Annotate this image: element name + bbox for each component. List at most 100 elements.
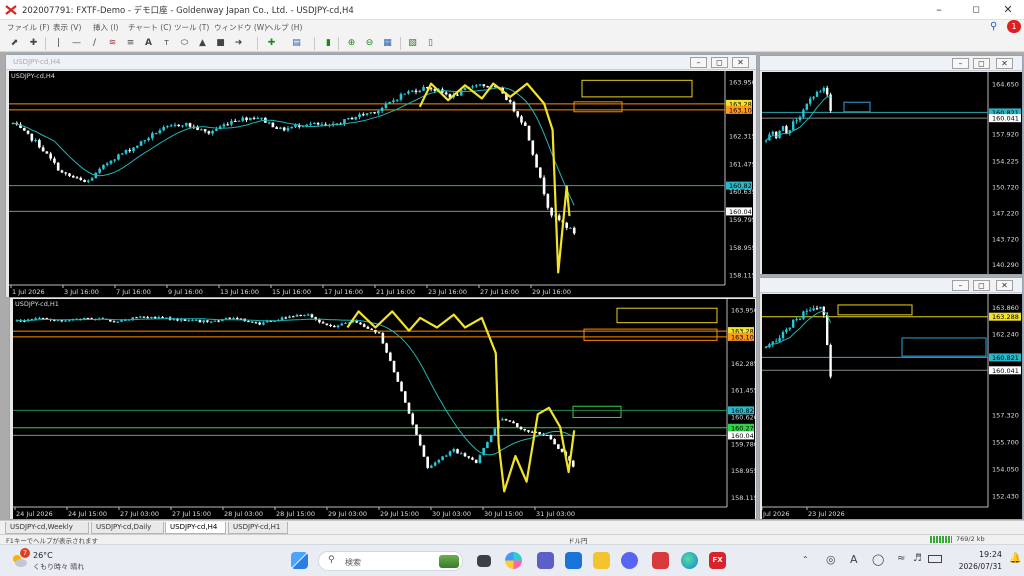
clock-time[interactable]: 19:24	[962, 550, 1002, 559]
tab-weekly[interactable]: USDJPY-cd,Weekly	[5, 522, 89, 534]
minimize-button[interactable]: –	[923, 0, 955, 20]
chart-restore-button[interactable]: ◻	[973, 58, 990, 69]
cursor-icon[interactable]: ⬈	[8, 37, 21, 50]
menu-view[interactable]: 表示 (V)	[53, 22, 81, 33]
chart-window-titlebar[interactable]: – ◻ ✕	[760, 56, 1022, 71]
chart-scroll-icon[interactable]: ▯	[424, 37, 437, 50]
taskbar-search[interactable]: ⚲ 検索	[318, 551, 463, 571]
chart-shift-icon[interactable]: ▧	[406, 37, 419, 50]
title-bar: 202007791: FXTF-Demo - デモ口座 - Goldenway …	[0, 0, 1024, 20]
label-icon[interactable]: T	[160, 37, 173, 50]
notifications-icon[interactable]: 🔔	[1009, 553, 1021, 564]
file-explorer-icon[interactable]	[593, 552, 610, 569]
price-chart-weekly[interactable]: 163.860 163.288 162.240 160.821 160.041 157.3…	[762, 294, 1022, 519]
vertical-line-icon[interactable]: |	[52, 37, 65, 50]
menu-window[interactable]: ウィンドウ (W)	[214, 22, 267, 33]
triangle-icon[interactable]: ▲	[196, 37, 209, 50]
tray-chevron-icon[interactable]: ⌃	[802, 555, 809, 564]
chart-window-daily[interactable]: – ◻ ✕ 164.650 160.821 160.041 157.920 154.22…	[759, 55, 1023, 275]
chart-window-weekly[interactable]: – ◻ ✕ 163.860 163.288 162.240 160.821 160.04…	[759, 277, 1023, 520]
candle-body	[247, 321, 250, 323]
price-chart-h1[interactable]: USDJPY-cd,H1 163.950163.288163.108162.28…	[13, 299, 755, 519]
chart-close-button[interactable]: ✕	[996, 280, 1013, 291]
candle-body	[286, 128, 290, 131]
autoscroll-icon[interactable]: ▮	[322, 37, 335, 50]
chart-window-titlebar[interactable]: – ◻ ✕	[760, 278, 1022, 293]
menu-insert[interactable]: 挿入 (I)	[93, 22, 118, 33]
menu-file[interactable]: ファイル (F)	[7, 22, 50, 33]
notification-badge[interactable]: 1	[1007, 20, 1021, 33]
horizontal-line-icon[interactable]: —	[70, 37, 83, 50]
discord-icon[interactable]	[621, 552, 638, 569]
price-label: 157.920	[992, 130, 1019, 138]
zoom-out-icon[interactable]: ⊖	[363, 37, 376, 50]
clock-date[interactable]: 2026/07/31	[952, 562, 1002, 571]
chart-minimize-button[interactable]: –	[952, 280, 969, 291]
chart-minimize-button[interactable]: –	[690, 57, 707, 68]
menu-help[interactable]: ヘルプ (H)	[266, 22, 302, 33]
chart-restore-button[interactable]: ◻	[711, 57, 728, 68]
candle-body	[173, 124, 177, 126]
ellipse-icon[interactable]: ⬭	[178, 37, 191, 50]
trendline-icon[interactable]: ∕	[88, 37, 101, 50]
chart-restore-button[interactable]: ◻	[973, 280, 990, 291]
outlook-icon[interactable]	[565, 552, 582, 569]
tray-status-icon[interactable]: ◯	[872, 553, 884, 566]
mdi-area: USDJPY-cd,H4 – ◻ ✕ USDJPY-cd,H4 163.9501…	[0, 52, 1024, 520]
chart-minimize-button[interactable]: –	[952, 58, 969, 69]
candle-body	[38, 140, 41, 148]
menu-chart[interactable]: チャート (C)	[128, 22, 171, 33]
candle-body	[87, 180, 90, 183]
menu-tools[interactable]: ツール (T)	[174, 22, 209, 33]
start-icon[interactable]	[291, 552, 308, 569]
candle-body	[86, 317, 90, 319]
candle-body	[153, 317, 157, 319]
new-chart-icon[interactable]: ✚	[265, 37, 278, 50]
fibonacci-icon[interactable]: ≡	[124, 37, 137, 50]
edge-icon[interactable]	[681, 552, 698, 569]
price-chart-h4[interactable]: USDJPY-cd,H4 163.950163.288163.108162.31…	[9, 71, 753, 297]
candle-body	[260, 117, 263, 119]
tab-daily[interactable]: USDJPY-cd,Daily	[91, 522, 164, 534]
volume-icon[interactable]: ♬	[913, 553, 922, 564]
copilot-icon[interactable]	[505, 552, 522, 569]
timeframe-icon[interactable]: ▤	[290, 37, 303, 50]
chart-window-h1[interactable]: USDJPY-cd,H1 163.950163.288163.108162.28…	[9, 297, 757, 520]
mt4-icon[interactable]: FX	[709, 552, 726, 569]
battery-icon[interactable]	[928, 555, 942, 563]
ime-mode-icon[interactable]: A	[850, 553, 858, 566]
tray-app-icon[interactable]: ◎	[826, 553, 836, 566]
price-chart-daily[interactable]: 164.650 160.821 160.041 157.920 154.225 150.7…	[762, 72, 1022, 274]
candle-body	[45, 318, 49, 320]
candle-body	[237, 120, 241, 122]
rectangle-icon[interactable]: ■	[214, 37, 227, 50]
wifi-icon[interactable]: ≈	[897, 553, 905, 564]
candle-body	[267, 122, 271, 124]
chart-close-button[interactable]: ✕	[732, 57, 749, 68]
teams-icon[interactable]	[537, 552, 554, 569]
chart-window-titlebar[interactable]: USDJPY-cd,H4 – ◻ ✕	[6, 55, 756, 70]
chart-close-button[interactable]: ✕	[996, 58, 1013, 69]
candle-body	[41, 318, 45, 320]
candle-body	[203, 129, 207, 132]
candle-body	[280, 317, 284, 321]
app-red-icon[interactable]	[652, 552, 669, 569]
tab-h1[interactable]: USDJPY-cd,H1	[228, 522, 288, 534]
candle-body	[795, 319, 798, 321]
channel-icon[interactable]: ≋	[106, 37, 119, 50]
maximize-button[interactable]: ◻	[960, 0, 992, 20]
price-label: 161.475	[729, 160, 753, 168]
zone-rectangle	[581, 79, 693, 98]
task-view-icon[interactable]	[477, 555, 491, 567]
tile-windows-icon[interactable]: ▦	[381, 37, 394, 50]
text-icon[interactable]: A	[142, 37, 155, 50]
chart-window-h4[interactable]: USDJPY-cd,H4 – ◻ ✕ USDJPY-cd,H4 163.9501…	[5, 54, 757, 298]
candle-body	[489, 435, 493, 443]
tab-h4[interactable]: USDJPY-cd,H4	[165, 522, 226, 534]
time-label: 27 Jul 03:00	[120, 510, 159, 518]
zoom-in-icon[interactable]: ⊕	[345, 37, 358, 50]
arrows-dropdown-icon[interactable]: ➜	[232, 37, 245, 50]
crosshair-icon[interactable]: ✚	[27, 37, 40, 50]
search-icon[interactable]: ⚲	[990, 21, 997, 32]
close-button[interactable]: ✕	[992, 0, 1024, 20]
